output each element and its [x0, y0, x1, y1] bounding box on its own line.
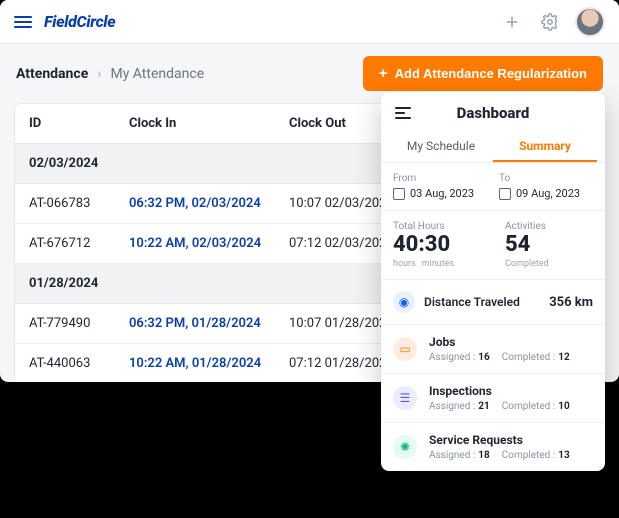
add-icon[interactable] [499, 9, 525, 35]
cell-clock-in: 06:32 PM, 02/03/2024 [129, 196, 289, 211]
service-icon: ✺ [393, 435, 417, 459]
calendar-icon [499, 188, 511, 200]
panel-title: Dashboard [423, 104, 563, 122]
requests-title: Service Requests [429, 433, 593, 447]
briefcase-icon: ▭ [393, 337, 417, 361]
gear-icon[interactable] [537, 9, 563, 35]
breadcrumb: Attendance › My Attendance [16, 66, 204, 82]
activities-label: Activities [505, 221, 593, 232]
calendar-icon [393, 188, 405, 200]
cell-clock-in: 06:32 PM, 01/28/2024 [129, 316, 289, 331]
tab-summary[interactable]: Summary [493, 130, 597, 162]
panel-tabs: My Schedule Summary [381, 130, 605, 163]
cell-id: AT-676712 [29, 236, 129, 251]
from-label: From [393, 173, 487, 184]
primary-button-label: Add Attendance Regularization [395, 66, 587, 81]
avatar[interactable] [575, 7, 605, 37]
from-date[interactable]: 03 Aug, 2023 [393, 187, 487, 200]
total-hours-label: Total Hours [393, 221, 481, 232]
activities-value: 54 [505, 234, 593, 256]
cell-clock-in: 10:22 AM, 01/28/2024 [129, 356, 289, 371]
inspections-title: Inspections [429, 384, 593, 398]
breadcrumb-sub: My Attendance [110, 66, 204, 82]
add-regularization-button[interactable]: + Add Attendance Regularization [363, 56, 603, 91]
col-clock-in: Clock In [129, 116, 289, 131]
inspections-row[interactable]: ☰ Inspections Assigned :21 Completed :10 [381, 374, 605, 423]
breadcrumb-main[interactable]: Attendance [16, 66, 88, 82]
cell-id: AT-066783 [29, 196, 129, 211]
cell-clock-in: 10:22 AM, 02/03/2024 [129, 236, 289, 251]
distance-value: 356 km [549, 295, 593, 310]
jobs-row[interactable]: ▭ Jobs Assigned :16 Completed :12 [381, 325, 605, 374]
cell-id: AT-779490 [29, 316, 129, 331]
service-requests-row[interactable]: ✺ Service Requests Assigned :18 Complete… [381, 423, 605, 471]
pin-icon: ◉ [393, 291, 415, 313]
panel-menu-icon[interactable] [395, 107, 411, 119]
date-range: From 03 Aug, 2023 To 09 Aug, 2023 [381, 163, 605, 211]
dashboard-panel: Dashboard My Schedule Summary From 03 Au… [381, 92, 605, 471]
clipboard-icon: ☰ [393, 386, 417, 410]
jobs-title: Jobs [429, 335, 593, 349]
distance-label: Distance Traveled [424, 295, 540, 309]
tab-my-schedule[interactable]: My Schedule [389, 130, 493, 162]
cell-id: AT-440063 [29, 356, 129, 371]
stats: Total Hours 40:30 hoursminutes Activitie… [381, 211, 605, 280]
to-label: To [499, 173, 593, 184]
col-id: ID [29, 116, 129, 131]
distance-row: ◉ Distance Traveled 356 km [381, 280, 605, 325]
topbar: FieldCircle [0, 0, 619, 44]
plus-icon: + [379, 66, 388, 81]
to-date[interactable]: 09 Aug, 2023 [499, 187, 593, 200]
chevron-right-icon: › [97, 66, 101, 82]
menu-icon[interactable] [14, 16, 32, 28]
brand-logo: FieldCircle [44, 12, 115, 31]
total-hours-value: 40:30 [393, 234, 481, 256]
